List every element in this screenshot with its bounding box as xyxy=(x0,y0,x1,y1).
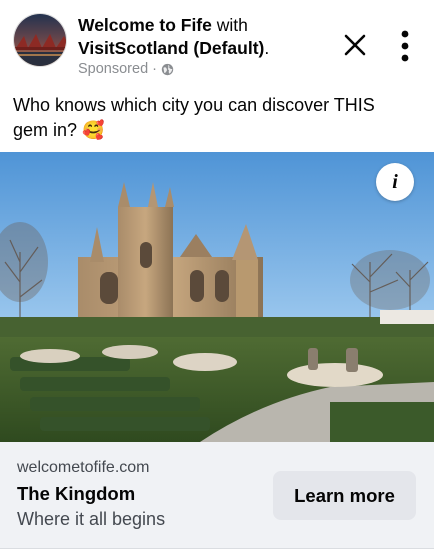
page-avatar[interactable] xyxy=(13,13,67,67)
learn-more-button[interactable]: Learn more xyxy=(273,471,416,520)
page-name-link[interactable]: Welcome to Fife xyxy=(78,15,212,35)
partner-name-link[interactable]: VisitScotland (Default) xyxy=(78,38,264,58)
link-headline: The Kingdom xyxy=(17,483,136,504)
with-text: with xyxy=(211,15,248,35)
close-icon xyxy=(344,34,366,56)
post-body-text: Who knows which city you can discover TH… xyxy=(13,95,375,140)
post-title: Welcome to Fife with VisitScotland (Defa… xyxy=(78,14,328,60)
link-card[interactable]: welcometofife.com The Kingdom Where it a… xyxy=(0,442,434,548)
trailing-period: . xyxy=(264,38,270,58)
ad-info-button[interactable]: i xyxy=(376,163,414,201)
post-meta: Sponsored · xyxy=(78,61,174,77)
ad-image[interactable] xyxy=(0,152,434,442)
meta-separator: · xyxy=(152,61,157,77)
more-options-button[interactable] xyxy=(392,26,418,66)
info-icon: i xyxy=(392,170,398,193)
close-button[interactable] xyxy=(338,28,372,62)
more-vertical-icon xyxy=(401,30,409,62)
link-domain: welcometofife.com xyxy=(17,459,150,476)
link-description: Where it all begins xyxy=(17,509,166,529)
globe-icon xyxy=(161,63,174,76)
post-header: Welcome to Fife with VisitScotland (Defa… xyxy=(0,0,434,86)
post-divider xyxy=(0,548,434,554)
sponsored-label[interactable]: Sponsored xyxy=(78,61,148,77)
